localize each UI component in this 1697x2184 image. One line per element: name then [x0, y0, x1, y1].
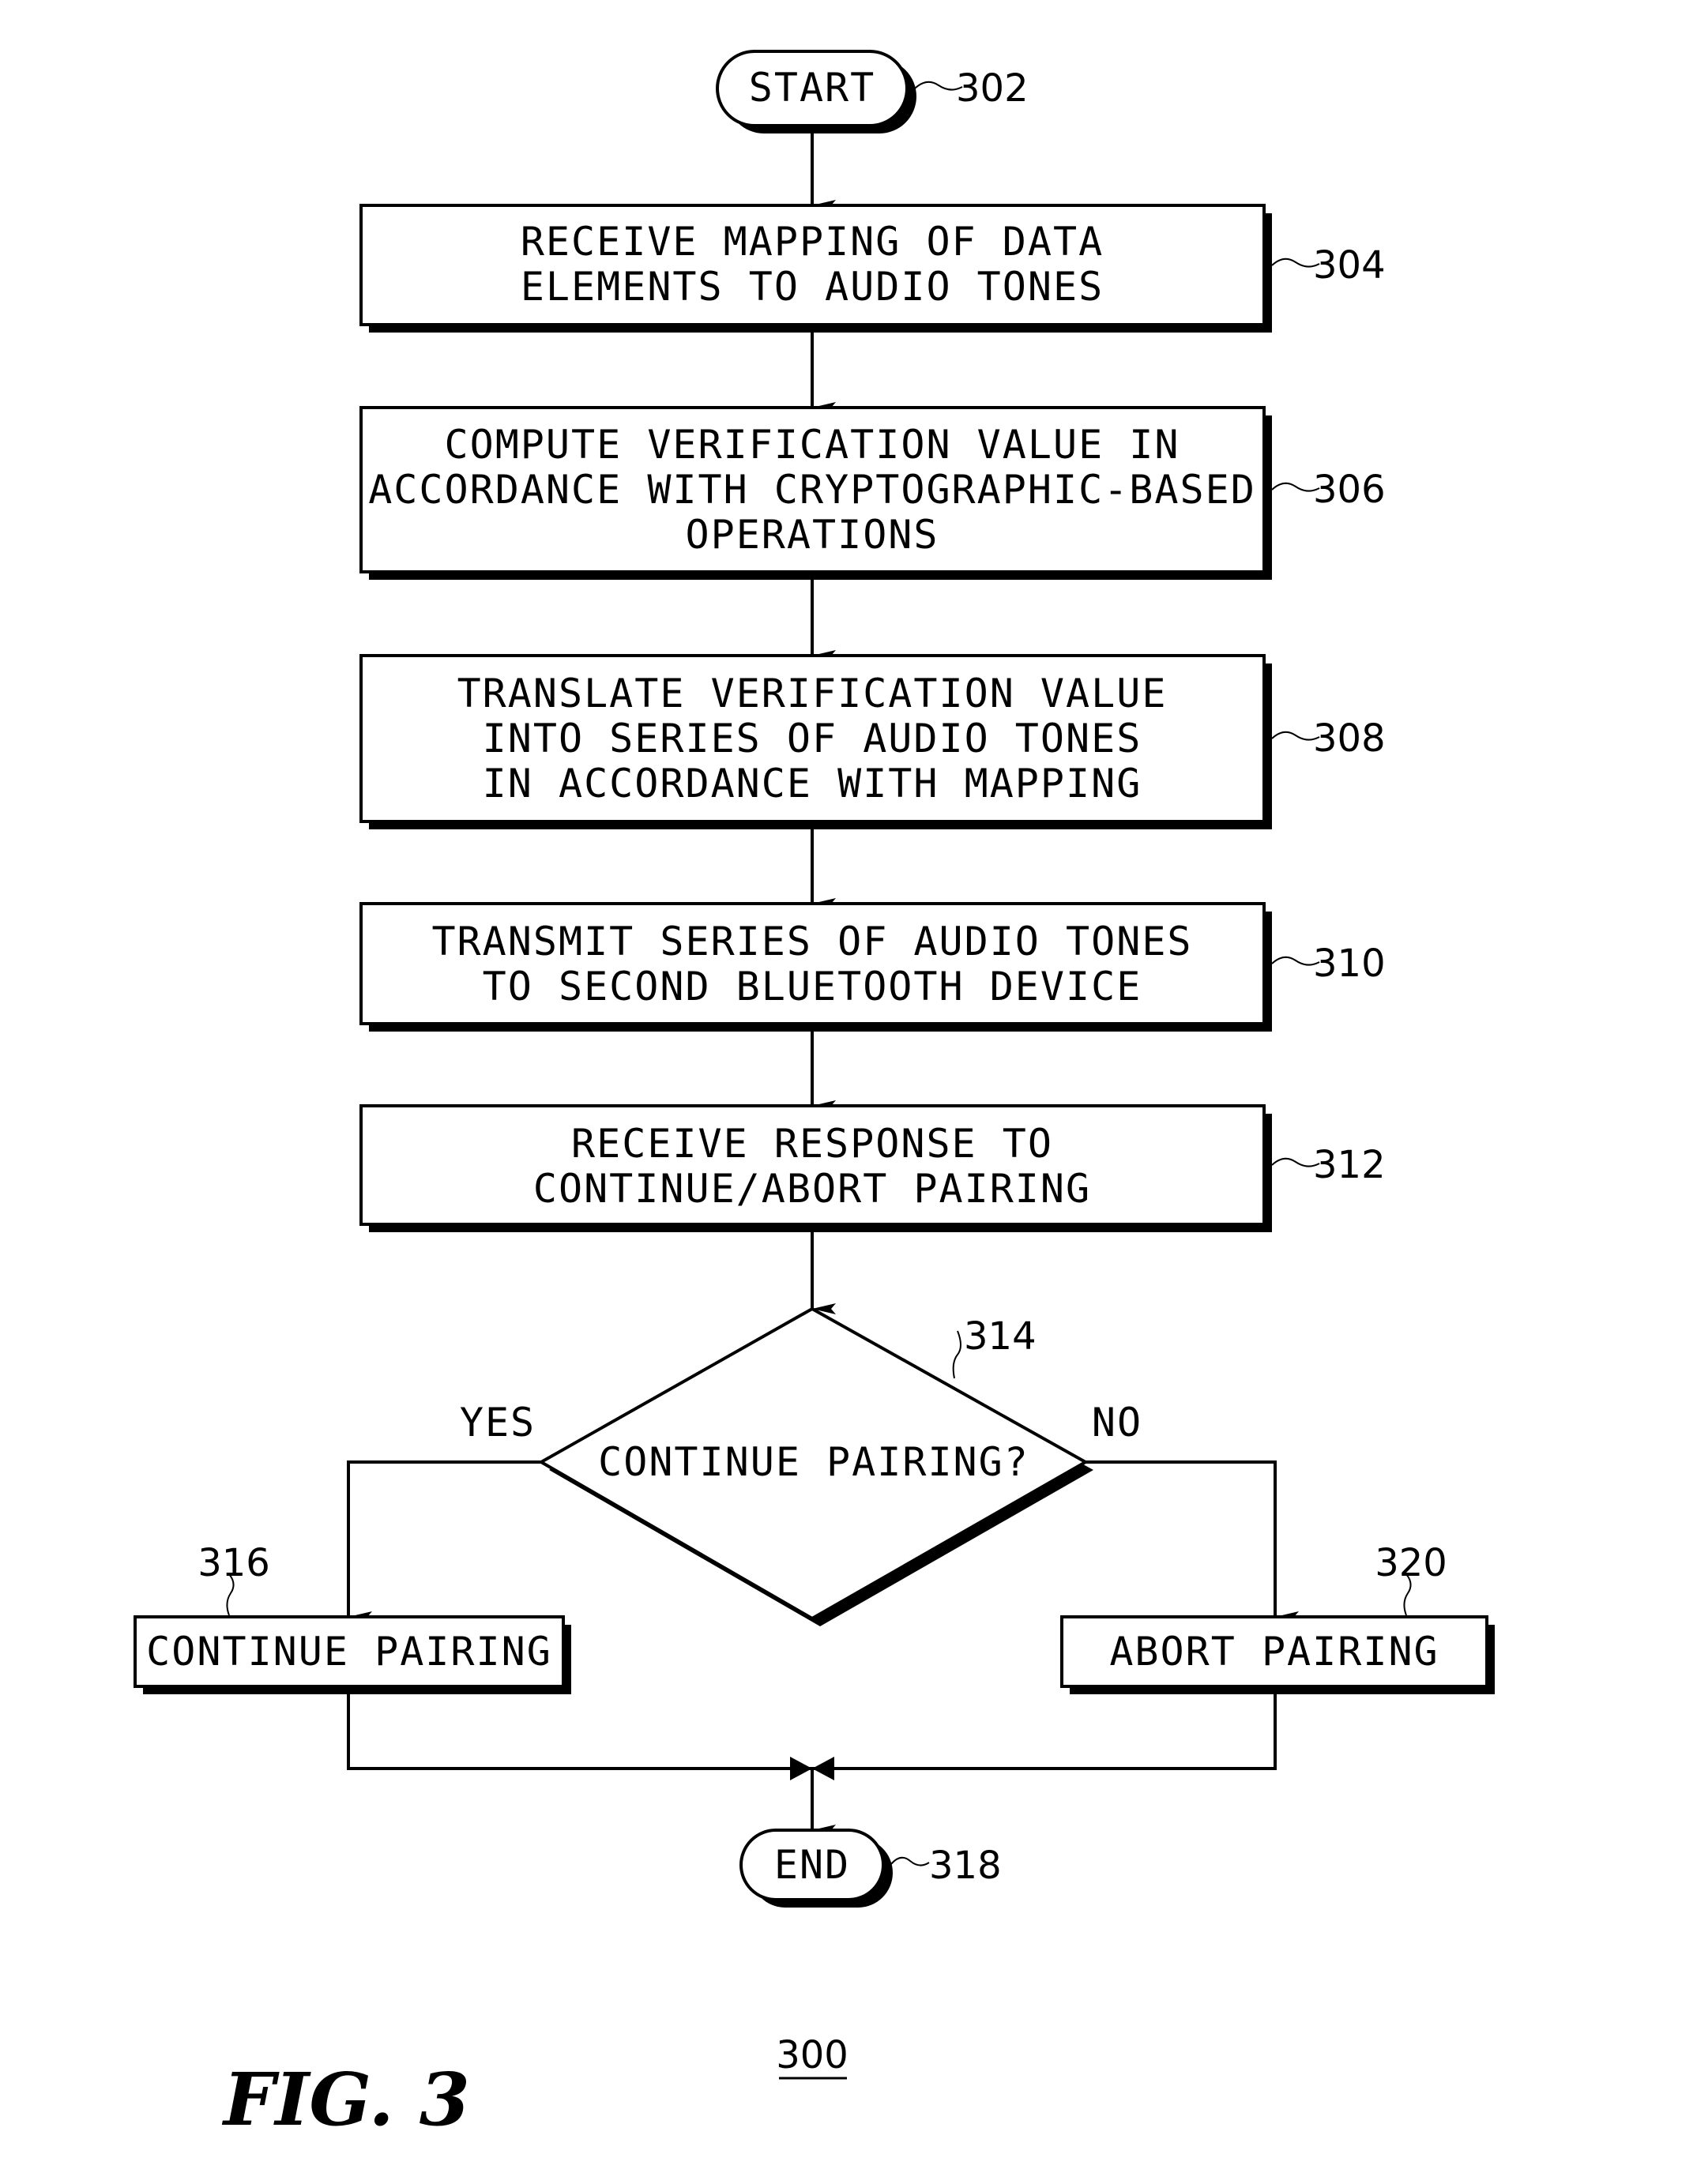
merge-arrowhead-left: [790, 1757, 812, 1780]
no-label: NO: [1092, 1400, 1142, 1445]
step-304-line-2: ELEMENTS TO AUDIO TONES: [521, 264, 1104, 310]
step-310-box: TRANSMIT SERIES OF AUDIO TONES TO SECOND…: [359, 902, 1272, 1032]
ref-leader-306: [1271, 482, 1320, 492]
step-310-line-2: TO SECOND BLUETOOTH DEVICE: [483, 964, 1142, 1009]
ref-306: 306: [1313, 468, 1386, 512]
yes-label: YES: [460, 1400, 536, 1445]
ref-316: 316: [198, 1541, 270, 1585]
arrow-yes-to-316: [347, 1460, 541, 1622]
step-310-line-1: TRANSMIT SERIES OF AUDIO TONES: [431, 919, 1192, 964]
end-terminal: END: [739, 1829, 893, 1908]
start-terminal: START: [716, 50, 916, 133]
ref-leader-318: [890, 1856, 930, 1866]
step-304-line-1: RECEIVE MAPPING OF DATA: [521, 219, 1104, 265]
step-308-line-2: INTO SERIES OF AUDIO TONES: [483, 716, 1142, 761]
step-306-box: COMPUTE VERIFICATION VALUE IN ACCORDANCE…: [359, 406, 1272, 580]
step-316-box: CONTINUE PAIRING: [134, 1615, 571, 1694]
ref-leader-310: [1271, 956, 1320, 966]
step-312-line-2: CONTINUE/ABORT PAIRING: [533, 1166, 1091, 1212]
step-308-box: TRANSLATE VERIFICATION VALUE INTO SERIES…: [359, 654, 1272, 829]
step-312-line-1: RECEIVE RESPONSE TO: [571, 1121, 1053, 1167]
flowchart: START 302 RECEIVE MAPPING OF DATA ELEMEN…: [134, 50, 1495, 2142]
step-316-label: CONTINUE PAIRING: [146, 1629, 552, 1675]
step-306-line-1: COMPUTE VERIFICATION VALUE IN: [445, 422, 1180, 468]
ref-310: 310: [1313, 942, 1386, 986]
ref-318: 318: [929, 1844, 1002, 1888]
ref-308: 308: [1313, 716, 1386, 761]
ref-leader-304: [1271, 257, 1320, 268]
step-320-label: ABORT PAIRING: [1109, 1629, 1439, 1675]
ref-314: 314: [964, 1314, 1037, 1359]
figure-title: FIG. 3: [221, 2057, 470, 2142]
merge-arrowhead-right: [812, 1757, 834, 1780]
start-label: START: [749, 65, 876, 111]
step-320-box: ABORT PAIRING: [1060, 1615, 1495, 1694]
decision-314-label: CONTINUE PAIRING?: [598, 1439, 1029, 1485]
connector-316-to-end: [347, 1694, 812, 1770]
end-label: END: [774, 1842, 850, 1888]
connector-320-to-end: [812, 1694, 1277, 1770]
figure-reference-number: 300: [776, 2033, 848, 2077]
step-304-box: RECEIVE MAPPING OF DATA ELEMENTS TO AUDI…: [359, 204, 1272, 333]
step-312-box: RECEIVE RESPONSE TO CONTINUE/ABORT PAIRI…: [359, 1104, 1272, 1232]
ref-leader-308: [1271, 731, 1320, 741]
ref-320: 320: [1375, 1541, 1447, 1585]
step-308-line-1: TRANSLATE VERIFICATION VALUE: [457, 671, 1168, 716]
ref-304: 304: [1313, 243, 1386, 288]
arrow-no-to-320: [1086, 1460, 1299, 1622]
step-306-line-3: OPERATIONS: [685, 512, 939, 558]
ref-312: 312: [1313, 1143, 1386, 1187]
ref-leader-314: [952, 1330, 961, 1379]
step-308-line-3: IN ACCORDANCE WITH MAPPING: [483, 761, 1142, 806]
ref-leader-302: [914, 81, 963, 91]
step-306-line-2: ACCORDANCE WITH CRYPTOGRAPHIC-BASED: [368, 467, 1256, 513]
ref-leader-312: [1271, 1157, 1320, 1167]
ref-302: 302: [956, 66, 1029, 111]
